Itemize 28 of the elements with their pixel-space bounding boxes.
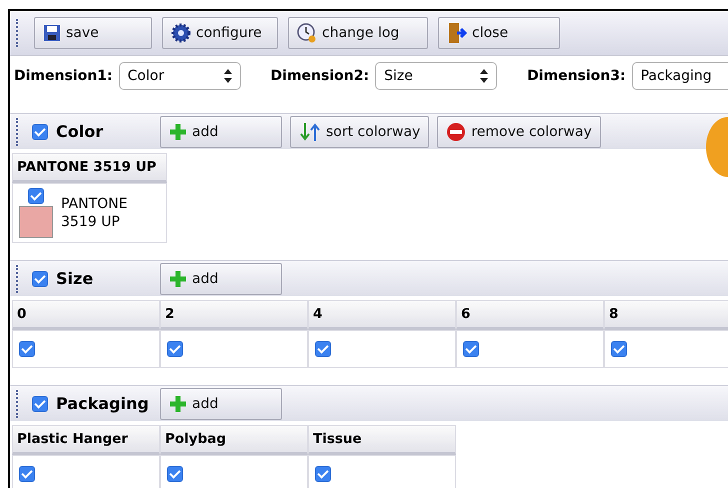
- toolbar-button[interactable]: save: [34, 17, 152, 49]
- color-name: PANTONE 3519 UP: [61, 194, 128, 232]
- toolbar-button[interactable]: close: [438, 17, 560, 49]
- section-button[interactable]: add: [160, 116, 282, 148]
- section-title: Color: [56, 122, 104, 141]
- column-header: PANTONE 3519 UP: [12, 153, 167, 183]
- dimension-label: Dimension1:: [14, 68, 113, 84]
- dimension-select[interactable]: Packaging: [632, 62, 728, 90]
- section-title: Size: [56, 269, 94, 288]
- column-header: Polybag: [160, 425, 308, 455]
- section-button[interactable]: add: [160, 262, 282, 294]
- column-header: Plastic Hanger: [12, 425, 160, 455]
- column-header: 2: [160, 300, 308, 330]
- dimension-select[interactable]: Color: [118, 62, 241, 90]
- column-header: 4: [308, 300, 456, 330]
- toolbar-button[interactable]: change log: [288, 17, 428, 49]
- dimension-label: Dimension2:: [270, 68, 370, 84]
- dimension-select[interactable]: Size: [375, 62, 498, 90]
- column-header: 6: [456, 300, 604, 330]
- section-button[interactable]: add: [160, 388, 282, 420]
- section-button[interactable]: sort colorway: [290, 116, 430, 148]
- section-title: Packaging: [56, 394, 150, 413]
- column-header: Tissue: [308, 425, 456, 455]
- dimension-label: Dimension3:: [527, 68, 626, 84]
- column-header: 8: [604, 300, 728, 330]
- toolbar-button[interactable]: configure: [162, 17, 278, 49]
- section-button[interactable]: remove colorway: [437, 116, 601, 148]
- column-header: 0: [12, 300, 160, 330]
